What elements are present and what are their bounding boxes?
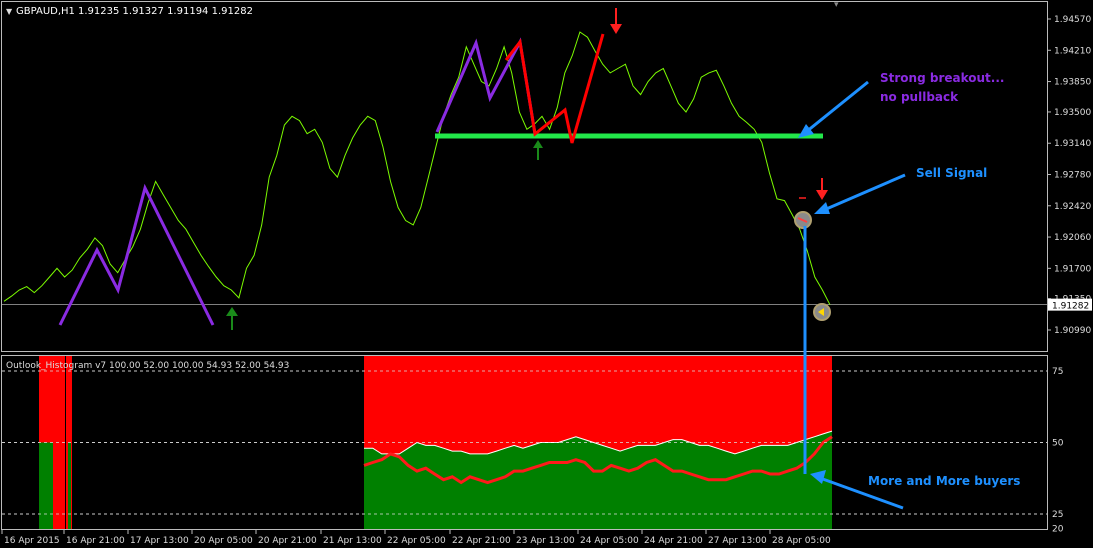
indicator-label: Outlook_Histogram v7 100.00 52.00 100.00…	[6, 361, 289, 371]
price-tick-label: 1.94210	[1054, 46, 1091, 56]
time-tick-label: 24 Apr 05:00	[580, 536, 639, 546]
price-tick-label: 1.92420	[1054, 202, 1091, 212]
time-tick-label: 20 Apr 21:00	[258, 536, 317, 546]
histogram-green-bar	[39, 442, 53, 529]
price-tick-label: 1.90990	[1054, 326, 1091, 336]
time-tick-label: 20 Apr 05:00	[194, 536, 253, 546]
chart-window: ▼ GBPAUD,H1 1.91235 1.91327 1.91194 1.91…	[1, 0, 1092, 546]
time-tick-label: 22 Apr 21:00	[452, 536, 511, 546]
time-tick-label: 22 Apr 05:00	[387, 536, 446, 546]
annotation-no-pullback: no pullback	[880, 90, 959, 104]
annotation-more-buyers: More and More buyers	[868, 474, 1020, 488]
histogram-green-bar	[68, 442, 71, 529]
price-tick-label: 1.92780	[1054, 171, 1091, 181]
time-tick-label: 21 Apr 13:00	[323, 536, 382, 546]
time-tick-label: 16 Apr 2015	[4, 536, 60, 546]
annotation-sell-signal: Sell Signal	[916, 166, 987, 180]
indicator-tick-label: 25	[1052, 510, 1063, 520]
price-tick-label: 1.93500	[1054, 108, 1091, 118]
ohlc-readout: 1.91235 1.91327 1.91194 1.91282	[78, 6, 253, 17]
price-tick-label: 1.93140	[1054, 139, 1091, 149]
price-tick-label: 1.92060	[1054, 233, 1091, 243]
current-price-label: 1.91282	[1052, 302, 1089, 312]
sell-signal-marker	[794, 211, 812, 229]
indicator-tick-label: 50	[1052, 439, 1064, 449]
price-pane	[1, 1, 1048, 352]
indicator-tick-label: 75	[1052, 367, 1063, 377]
time-tick-label: 27 Apr 13:00	[708, 536, 767, 546]
indicator-tick-label: 20	[1052, 524, 1064, 534]
price-tick-label: 1.94570	[1054, 15, 1091, 25]
time-tick-label: 16 Apr 21:00	[66, 536, 125, 546]
symbol-label: GBPAUD,H1	[16, 6, 75, 17]
price-tick-label: 1.93850	[1054, 78, 1091, 88]
time-tick-label: 23 Apr 13:00	[516, 536, 575, 546]
annotation-breakout: Strong breakout...	[880, 71, 1004, 85]
time-tick-label: 17 Apr 13:00	[130, 536, 189, 546]
time-tick-label: 24 Apr 21:00	[644, 536, 703, 546]
collapse-arrow-icon[interactable]: ▼	[6, 7, 13, 16]
scroll-marker-icon[interactable]: ▾	[834, 0, 839, 10]
time-tick-label: 28 Apr 05:00	[772, 536, 831, 546]
price-tick-label: 1.91700	[1054, 264, 1091, 274]
close-signal-marker	[813, 303, 831, 321]
